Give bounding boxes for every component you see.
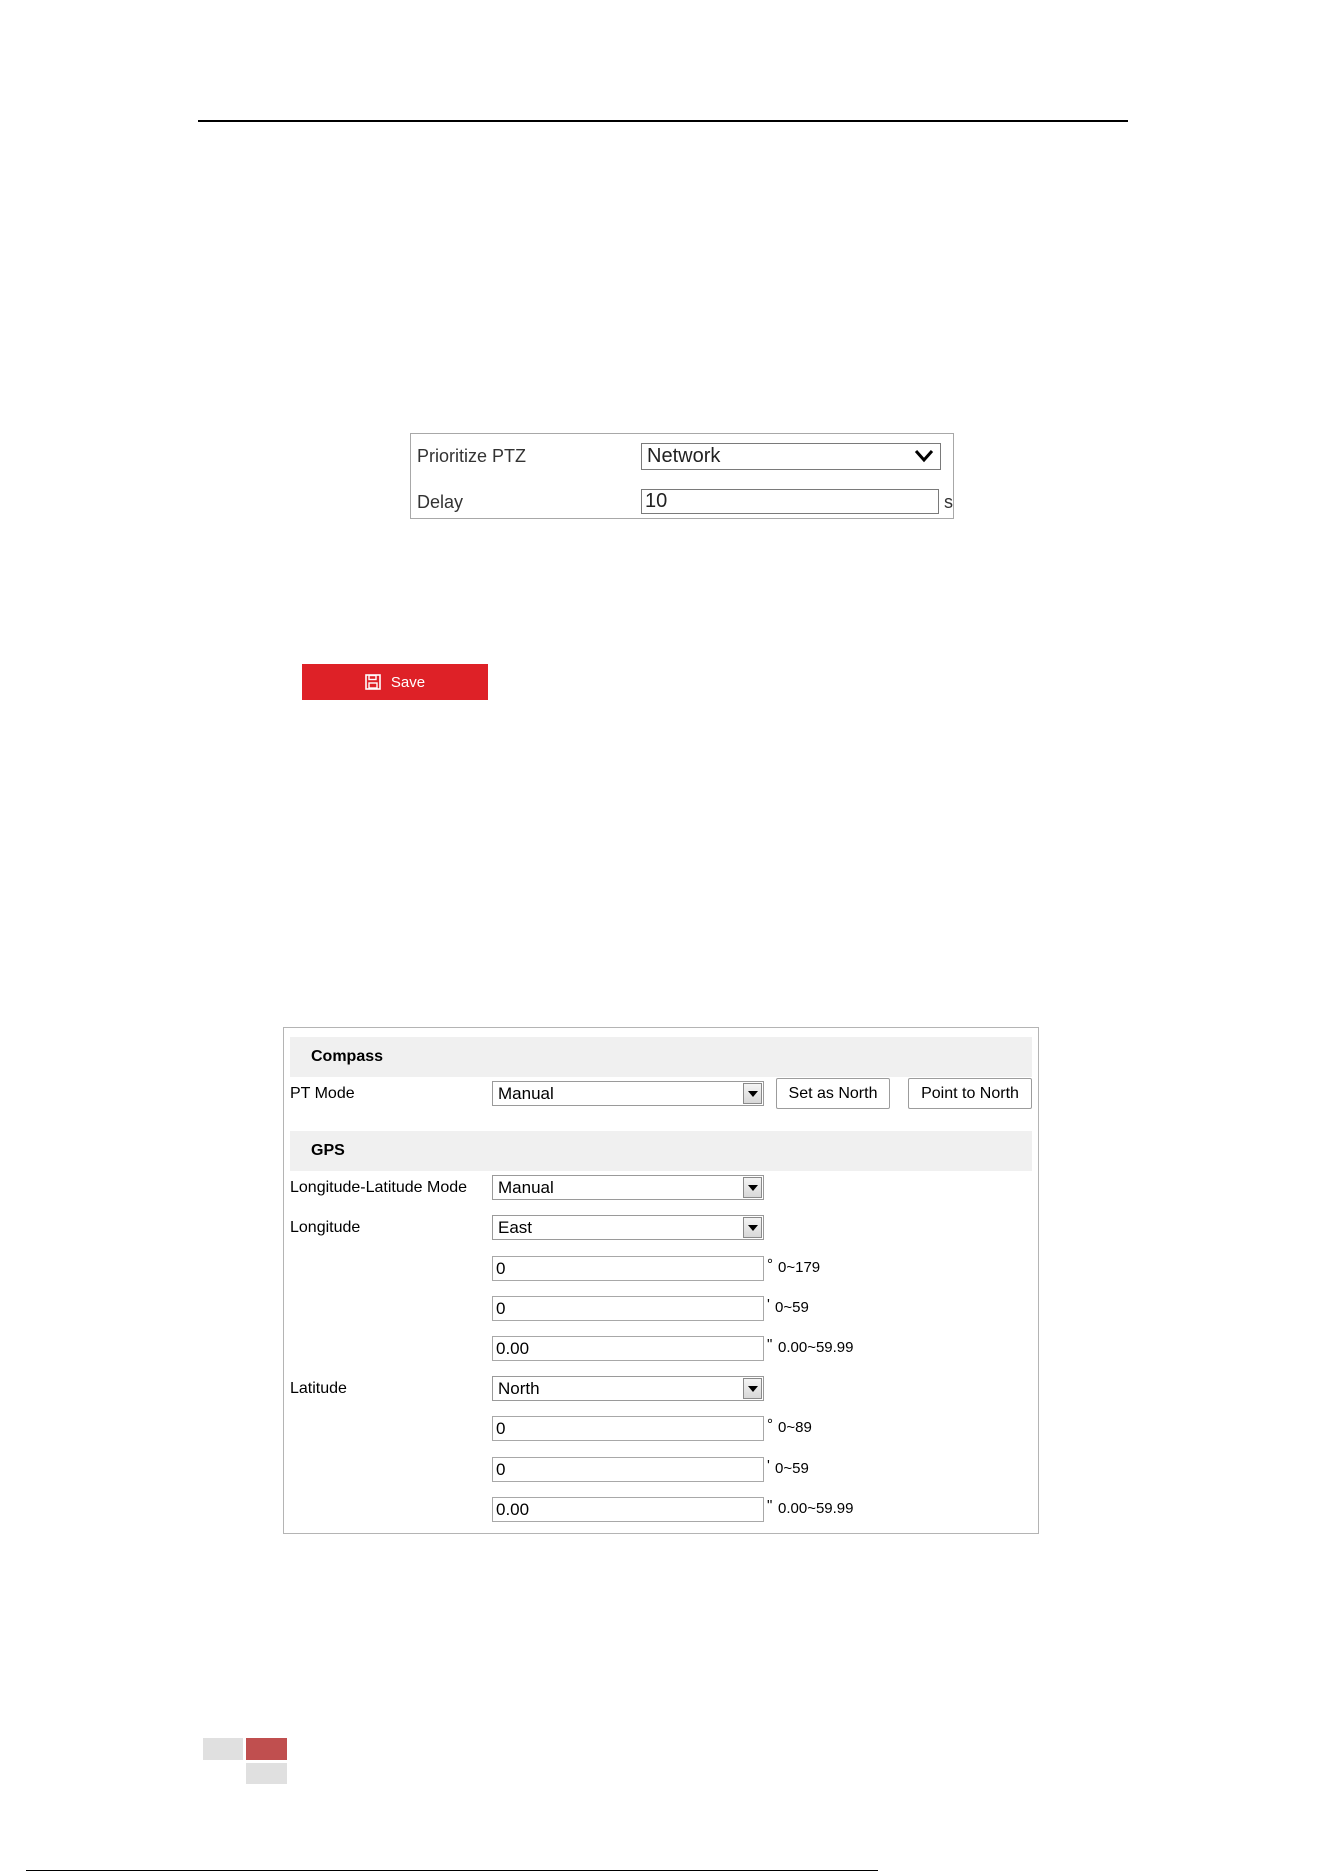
pt-mode-label: PT Mode [290, 1085, 355, 1102]
latitude-degrees-range: 0~89 [778, 1419, 812, 1436]
longitude-seconds-range: 0.00~59.99 [778, 1339, 854, 1356]
latitude-degrees-input[interactable]: 0 [492, 1416, 764, 1441]
chevron-down-icon [914, 450, 934, 463]
save-icon [365, 674, 381, 690]
longitude-minutes-unit: ' [767, 1296, 770, 1313]
delay-label: Delay [417, 492, 464, 512]
longitude-seconds-unit: " [767, 1336, 773, 1353]
longitude-degrees-unit: ° [767, 1256, 773, 1273]
longitude-direction-select[interactable]: East [492, 1215, 764, 1240]
latitude-minutes-range: 0~59 [775, 1460, 809, 1477]
gps-title: GPS [311, 1142, 345, 1159]
longitude-latitude-mode-value: Manual [498, 1178, 554, 1197]
latitude-minutes-unit: ' [767, 1457, 770, 1474]
pt-mode-select[interactable]: Manual [492, 1081, 764, 1106]
latitude-degrees-unit: ° [767, 1416, 773, 1433]
save-button-label: Save [390, 673, 426, 691]
ptz-priority-panel: Prioritize PTZ Network Delay 10 s [410, 433, 954, 519]
longitude-minutes-input[interactable]: 0 [492, 1296, 764, 1321]
longitude-label: Longitude [290, 1219, 361, 1236]
latitude-seconds-unit: " [767, 1497, 773, 1514]
longitude-latitude-mode-select[interactable]: Manual [492, 1175, 764, 1200]
compass-title: Compass [311, 1048, 384, 1065]
gps-section-header: GPS [290, 1131, 1032, 1171]
longitude-minutes-range: 0~59 [775, 1299, 809, 1316]
compass-section-header: Compass [290, 1037, 1032, 1077]
header-rule [198, 120, 1128, 122]
dropdown-arrow-icon [743, 1378, 762, 1399]
save-button[interactable]: Save [302, 664, 488, 700]
prioritize-ptz-value: Network [647, 445, 721, 467]
prioritize-ptz-label: Prioritize PTZ [417, 446, 527, 466]
dropdown-arrow-icon [743, 1217, 762, 1238]
footer-block-gray [246, 1763, 287, 1784]
compass-gps-panel: Compass PT Mode Manual Set as North Poin… [283, 1027, 1039, 1534]
delay-unit: s [944, 492, 953, 512]
footer-block-red [246, 1738, 287, 1760]
latitude-label: Latitude [290, 1380, 347, 1397]
latitude-seconds-range: 0.00~59.99 [778, 1500, 854, 1517]
dropdown-arrow-icon [743, 1177, 762, 1198]
longitude-degrees-input[interactable]: 0 [492, 1256, 764, 1281]
longitude-degrees-range: 0~179 [778, 1259, 821, 1276]
latitude-direction-select[interactable]: North [492, 1376, 764, 1401]
longitude-seconds-input[interactable]: 0.00 [492, 1336, 764, 1361]
longitude-latitude-mode-label: Longitude-Latitude Mode [290, 1179, 468, 1196]
pt-mode-value: Manual [498, 1084, 554, 1103]
dropdown-arrow-icon [743, 1083, 762, 1104]
footer-rule [26, 1870, 878, 1871]
delay-input[interactable]: 10 [641, 489, 939, 514]
point-to-north-button[interactable]: Point to North [908, 1078, 1032, 1109]
latitude-direction-value: North [498, 1379, 540, 1398]
latitude-minutes-input[interactable]: 0 [492, 1457, 764, 1482]
prioritize-ptz-select[interactable]: Network [641, 443, 941, 470]
set-as-north-button[interactable]: Set as North [776, 1078, 890, 1109]
longitude-direction-value: East [498, 1218, 533, 1237]
latitude-seconds-input[interactable]: 0.00 [492, 1497, 764, 1522]
footer-block-gray [203, 1738, 243, 1760]
